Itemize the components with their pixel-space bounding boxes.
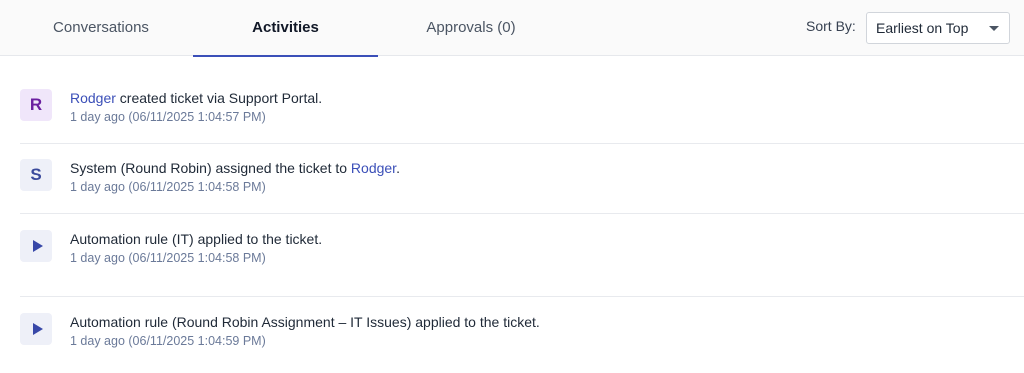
play-icon [32, 240, 43, 252]
activity-timestamp: 1 day ago (06/11/2025 1:04:58 PM) [70, 251, 266, 265]
activity-description-end: . [396, 160, 400, 176]
tab-bar: Conversations Activities Approvals (0) S… [0, 0, 1024, 57]
activity-text: Automation rule (Round Robin Assignment … [70, 314, 540, 330]
divider [20, 213, 1024, 214]
tab-activities[interactable]: Activities [193, 0, 378, 57]
automation-avatar [20, 230, 52, 262]
activity-timestamp: 1 day ago (06/11/2025 1:04:58 PM) [70, 180, 266, 194]
chevron-down-icon [989, 26, 999, 31]
activity-description: System (Round Robin) assigned the ticket… [70, 160, 351, 176]
activity-text: System (Round Robin) assigned the ticket… [70, 160, 400, 176]
activity-timestamp: 1 day ago (06/11/2025 1:04:59 PM) [70, 334, 266, 348]
sort-select[interactable]: Earliest on Top [866, 12, 1010, 44]
divider [20, 143, 1024, 144]
activity-timestamp: 1 day ago (06/11/2025 1:04:57 PM) [70, 110, 266, 124]
tab-approvals[interactable]: Approvals (0) [410, 0, 532, 56]
activity-text: Rodger created ticket via Support Portal… [70, 90, 322, 106]
activity-text: Automation rule (IT) applied to the tick… [70, 231, 323, 247]
play-icon [32, 323, 43, 335]
sort-select-value: Earliest on Top [876, 20, 969, 36]
automation-avatar [20, 313, 52, 345]
avatar: S [20, 159, 52, 191]
avatar: R [20, 89, 52, 121]
tab-conversations[interactable]: Conversations [40, 0, 162, 56]
activity-description: created ticket via Support Portal. [115, 90, 323, 106]
assignee-link[interactable]: Rodger [351, 160, 396, 176]
divider [20, 296, 1024, 297]
actor-link[interactable]: Rodger [70, 90, 116, 106]
sort-by-label: Sort By: [806, 18, 856, 34]
